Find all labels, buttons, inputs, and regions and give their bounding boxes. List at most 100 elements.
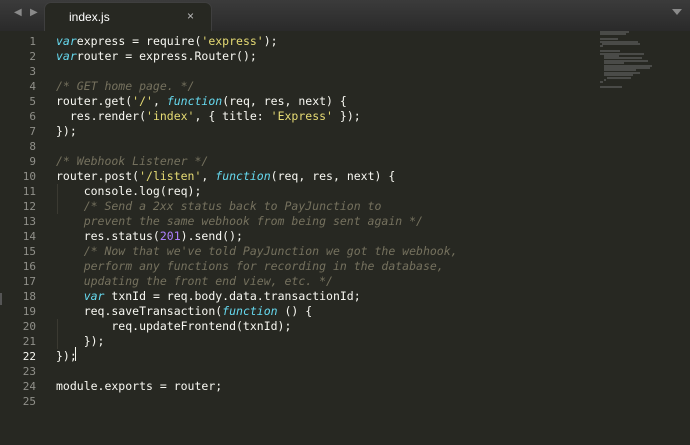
line-number: 5	[29, 95, 36, 108]
code-line[interactable]: module.exports = router;	[56, 379, 222, 394]
code-token: ,	[152, 94, 167, 108]
code-line[interactable]: prevent the same webhook from being sent…	[56, 214, 423, 229]
code-token: /* Now that we've told PayJunction we go…	[56, 244, 458, 258]
line-number: 16	[22, 260, 36, 273]
line-number: 3	[29, 65, 36, 78]
line-number: 25	[22, 395, 36, 408]
code-line[interactable]: });	[56, 349, 77, 364]
code-token: });	[332, 109, 361, 123]
code-token: , { title:	[194, 109, 271, 123]
minimap-line	[600, 33, 627, 36]
minimap-line	[603, 79, 607, 81]
code-token: perform any functions for recording in t…	[56, 259, 444, 273]
code-line[interactable]: perform any functions for recording in t…	[56, 259, 444, 274]
code-token: (req, res, next) {	[270, 169, 396, 183]
code-token: router.post(	[56, 169, 140, 183]
code-line[interactable]: varexpress = require('express');	[56, 34, 278, 49]
minimap-line	[601, 43, 640, 45]
code-line[interactable]: /* Now that we've told PayJunction we go…	[56, 244, 458, 259]
code-line[interactable]: /* Send a 2xx status back to PayJunction…	[56, 199, 382, 214]
line-number: 21	[22, 335, 36, 348]
code-token: res.render(	[56, 109, 147, 123]
scroll-indicator	[0, 293, 2, 305]
code-line[interactable]: });	[56, 334, 105, 349]
code-token: var	[83, 289, 105, 303]
code-token: function	[215, 169, 271, 183]
code-token: (req, res, next) {	[222, 94, 347, 108]
code-token: 'Express'	[270, 109, 333, 123]
close-icon[interactable]: ×	[187, 9, 194, 23]
code-token: updating the front end view, etc. */	[56, 274, 333, 288]
tab-scroll-left-icon[interactable]: ◀	[14, 6, 22, 20]
line-number: 9	[29, 155, 36, 168]
code-token: });	[56, 334, 105, 348]
text-cursor	[75, 347, 76, 361]
minimap-line	[600, 45, 603, 48]
line-number: 24	[22, 380, 36, 393]
minimap-line	[600, 86, 622, 89]
code-line[interactable]: req.saveTransaction(function () {	[56, 304, 313, 319]
code-token: '/listen'	[139, 169, 202, 183]
code-line[interactable]: router.post('/listen', function(req, res…	[56, 169, 395, 184]
code-token: req.updateFrontend(txnId);	[56, 319, 292, 333]
code-token: 'express'	[201, 34, 264, 48]
line-number: 4	[29, 80, 36, 93]
code-token: /* GET home page. */	[56, 79, 195, 93]
code-line[interactable]: /* GET home page. */	[56, 79, 194, 94]
line-number: 19	[22, 305, 36, 318]
code-line[interactable]: varrouter = express.Router();	[56, 49, 257, 64]
code-line[interactable]: console.log(req);	[56, 184, 202, 199]
code-editor[interactable]: 1 2 3 4 5 6 7 8 9 10 11 12 13 14 15 16 17 18 19 20 21 22 23 24 2…	[0, 31, 600, 445]
code-line[interactable]: req.updateFrontend(txnId);	[56, 319, 291, 334]
tab-index-js[interactable]: index.js ×	[44, 2, 212, 31]
line-number: 7	[29, 125, 36, 138]
code-token: );	[263, 34, 278, 48]
code-line[interactable]: });	[56, 124, 77, 139]
line-number: 17	[22, 275, 36, 288]
code-token: () {	[277, 304, 313, 318]
code-token: 201	[159, 229, 181, 243]
code-token: router.get(	[56, 94, 133, 108]
chevron-down-icon[interactable]	[672, 9, 682, 15]
line-number: 23	[22, 365, 36, 378]
tab-bar: ◀ ▶ index.js ×	[0, 0, 690, 32]
code-line[interactable]: router.get('/', function(req, res, next)…	[56, 94, 347, 109]
code-token: var	[56, 49, 77, 63]
line-number: 6	[29, 110, 36, 123]
line-number: 22	[22, 350, 36, 363]
line-number: 8	[29, 140, 36, 153]
minimap-line	[600, 81, 603, 84]
code-token: var	[56, 34, 77, 48]
tab-title: index.js	[69, 10, 110, 24]
tab-scroll-right-icon[interactable]: ▶	[30, 6, 38, 20]
code-line[interactable]: res.render('index', { title: 'Express' }…	[56, 109, 361, 124]
indent-guide	[57, 184, 58, 214]
line-number: 1	[29, 35, 36, 48]
code-line[interactable]: /* Webhook Listener */	[56, 154, 208, 169]
code-line[interactable]: var txnId = req.body.data.transactionId;	[56, 289, 361, 304]
code-token: function	[222, 304, 278, 318]
code-token: });	[56, 349, 77, 363]
code-token: txnId = req.body.data.transactionId;	[104, 289, 361, 303]
minimap[interactable]	[600, 31, 690, 445]
line-number-gutter: 1 2 3 4 5 6 7 8 9 10 11 12 13 14 15 16 17 18 19 20 21 22 23 24 2…	[0, 31, 40, 445]
line-number: 10	[22, 170, 36, 183]
code-token: ,	[201, 169, 216, 183]
line-number: 12	[22, 200, 36, 213]
line-number: 11	[22, 185, 36, 198]
line-number: 20	[22, 320, 36, 333]
line-number: 2	[29, 50, 36, 63]
code-token: res.status(	[56, 229, 160, 243]
code-token: });	[56, 124, 77, 138]
code-token: console.log(req);	[56, 184, 202, 198]
code-token: express = require(	[76, 34, 202, 48]
code-token: ).send();	[180, 229, 243, 243]
code-token: router = express.Router();	[76, 49, 257, 63]
code-token: prevent the same webhook from being sent…	[56, 214, 423, 228]
code-line[interactable]: updating the front end view, etc. */	[56, 274, 333, 289]
code-token: /* Webhook Listener */	[56, 154, 209, 168]
code-line[interactable]: res.status(201).send();	[56, 229, 243, 244]
indent-guide	[57, 319, 58, 349]
minimap-line	[607, 76, 631, 79]
line-number: 13	[22, 215, 36, 228]
